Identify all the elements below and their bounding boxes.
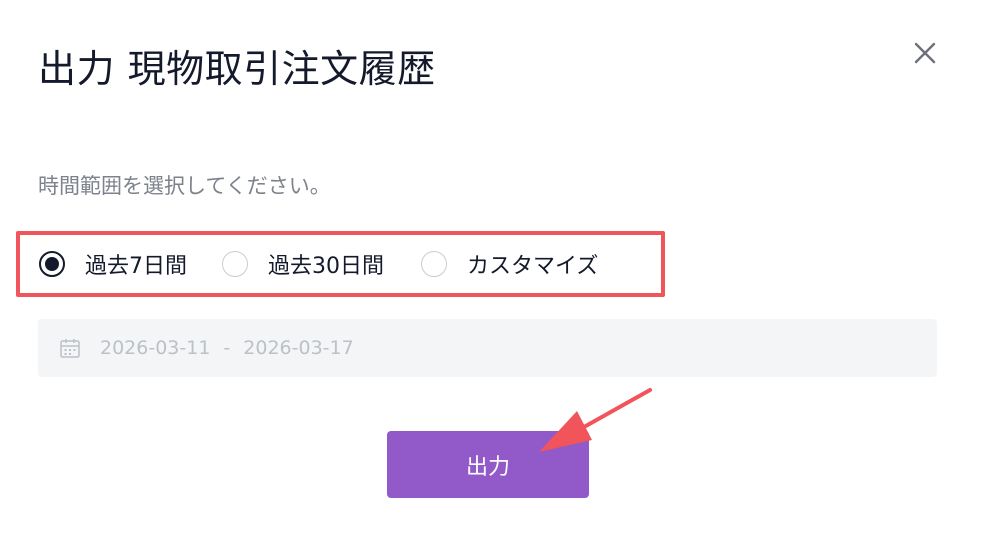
close-button[interactable] bbox=[906, 34, 944, 72]
radio-label: 過去30日間 bbox=[268, 254, 384, 279]
end-date[interactable]: 2026-03-17 bbox=[243, 337, 353, 359]
radio-option-30-days[interactable]: 過去30日間 bbox=[222, 248, 384, 280]
export-button[interactable]: 出力 bbox=[387, 431, 589, 498]
radio-option-custom[interactable]: カスタマイズ bbox=[421, 248, 598, 280]
date-separator: - bbox=[223, 337, 231, 359]
close-icon bbox=[906, 34, 944, 72]
radio-button[interactable] bbox=[222, 251, 248, 277]
export-dialog: 出力 現物取引注文履歴 時間範囲を選択してください。 過去7日間 過去30日間 … bbox=[0, 0, 984, 548]
time-range-prompt: 時間範囲を選択してください。 bbox=[38, 174, 331, 198]
radio-dot bbox=[45, 257, 59, 271]
radio-button-checked[interactable] bbox=[39, 251, 65, 277]
radio-label: カスタマイズ bbox=[467, 254, 599, 279]
radio-button[interactable] bbox=[421, 251, 447, 277]
dialog-title: 出力 現物取引注文履歴 bbox=[38, 47, 436, 91]
time-range-radio-group: 過去7日間 過去30日間 カスタマイズ bbox=[16, 231, 665, 297]
radio-label: 過去7日間 bbox=[85, 254, 187, 279]
calendar-icon bbox=[59, 337, 81, 359]
radio-option-7-days[interactable]: 過去7日間 bbox=[39, 248, 187, 280]
date-range-picker[interactable]: 2026-03-11 - 2026-03-17 bbox=[38, 319, 937, 377]
start-date[interactable]: 2026-03-11 bbox=[100, 337, 210, 359]
